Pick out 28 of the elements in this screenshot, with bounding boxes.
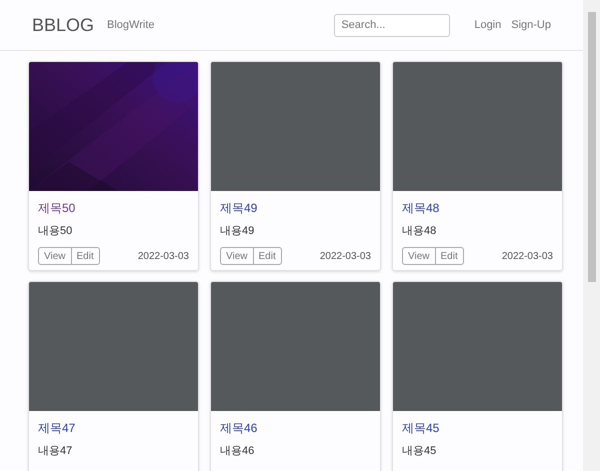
nav-link[interactable]: Login [474,16,502,34]
card-button[interactable]: View [220,247,254,265]
card-button[interactable]: Edit [252,247,282,265]
post-content: 내용47 [38,444,74,458]
post-title[interactable]: 제목45 [402,421,553,435]
card-button[interactable]: Edit [434,247,464,265]
post-date: 2022-03-03 [138,250,189,264]
nav-link[interactable]: BlogWrite [107,16,155,34]
post-title[interactable]: 제목48 [402,201,553,215]
nav-link[interactable]: Sign-Up [511,16,551,34]
post-title[interactable]: 제목47 [38,421,189,435]
scrollbar[interactable] [583,0,600,471]
post-title[interactable]: 제목50 [38,201,189,215]
post-content: 내용49 [220,224,256,238]
search-field[interactable]: Search... [334,14,450,36]
scrollbar-thumb[interactable] [588,12,596,282]
post-content: 내용48 [402,224,438,238]
post-date: 2022-03-03 [502,250,553,264]
card-button[interactable]: View [38,247,72,265]
post-date: 2022-03-03 [320,250,371,264]
card-button[interactable]: Edit [70,247,100,265]
card-button[interactable]: View [402,247,436,265]
post-content: 내용46 [220,444,256,458]
post-content: 내용45 [402,444,438,458]
post-title[interactable]: 제목49 [220,201,371,215]
brand-logo[interactable]: BBLOG [32,12,94,38]
post-title[interactable]: 제목46 [220,421,371,435]
post-content: 내용50 [38,224,74,238]
